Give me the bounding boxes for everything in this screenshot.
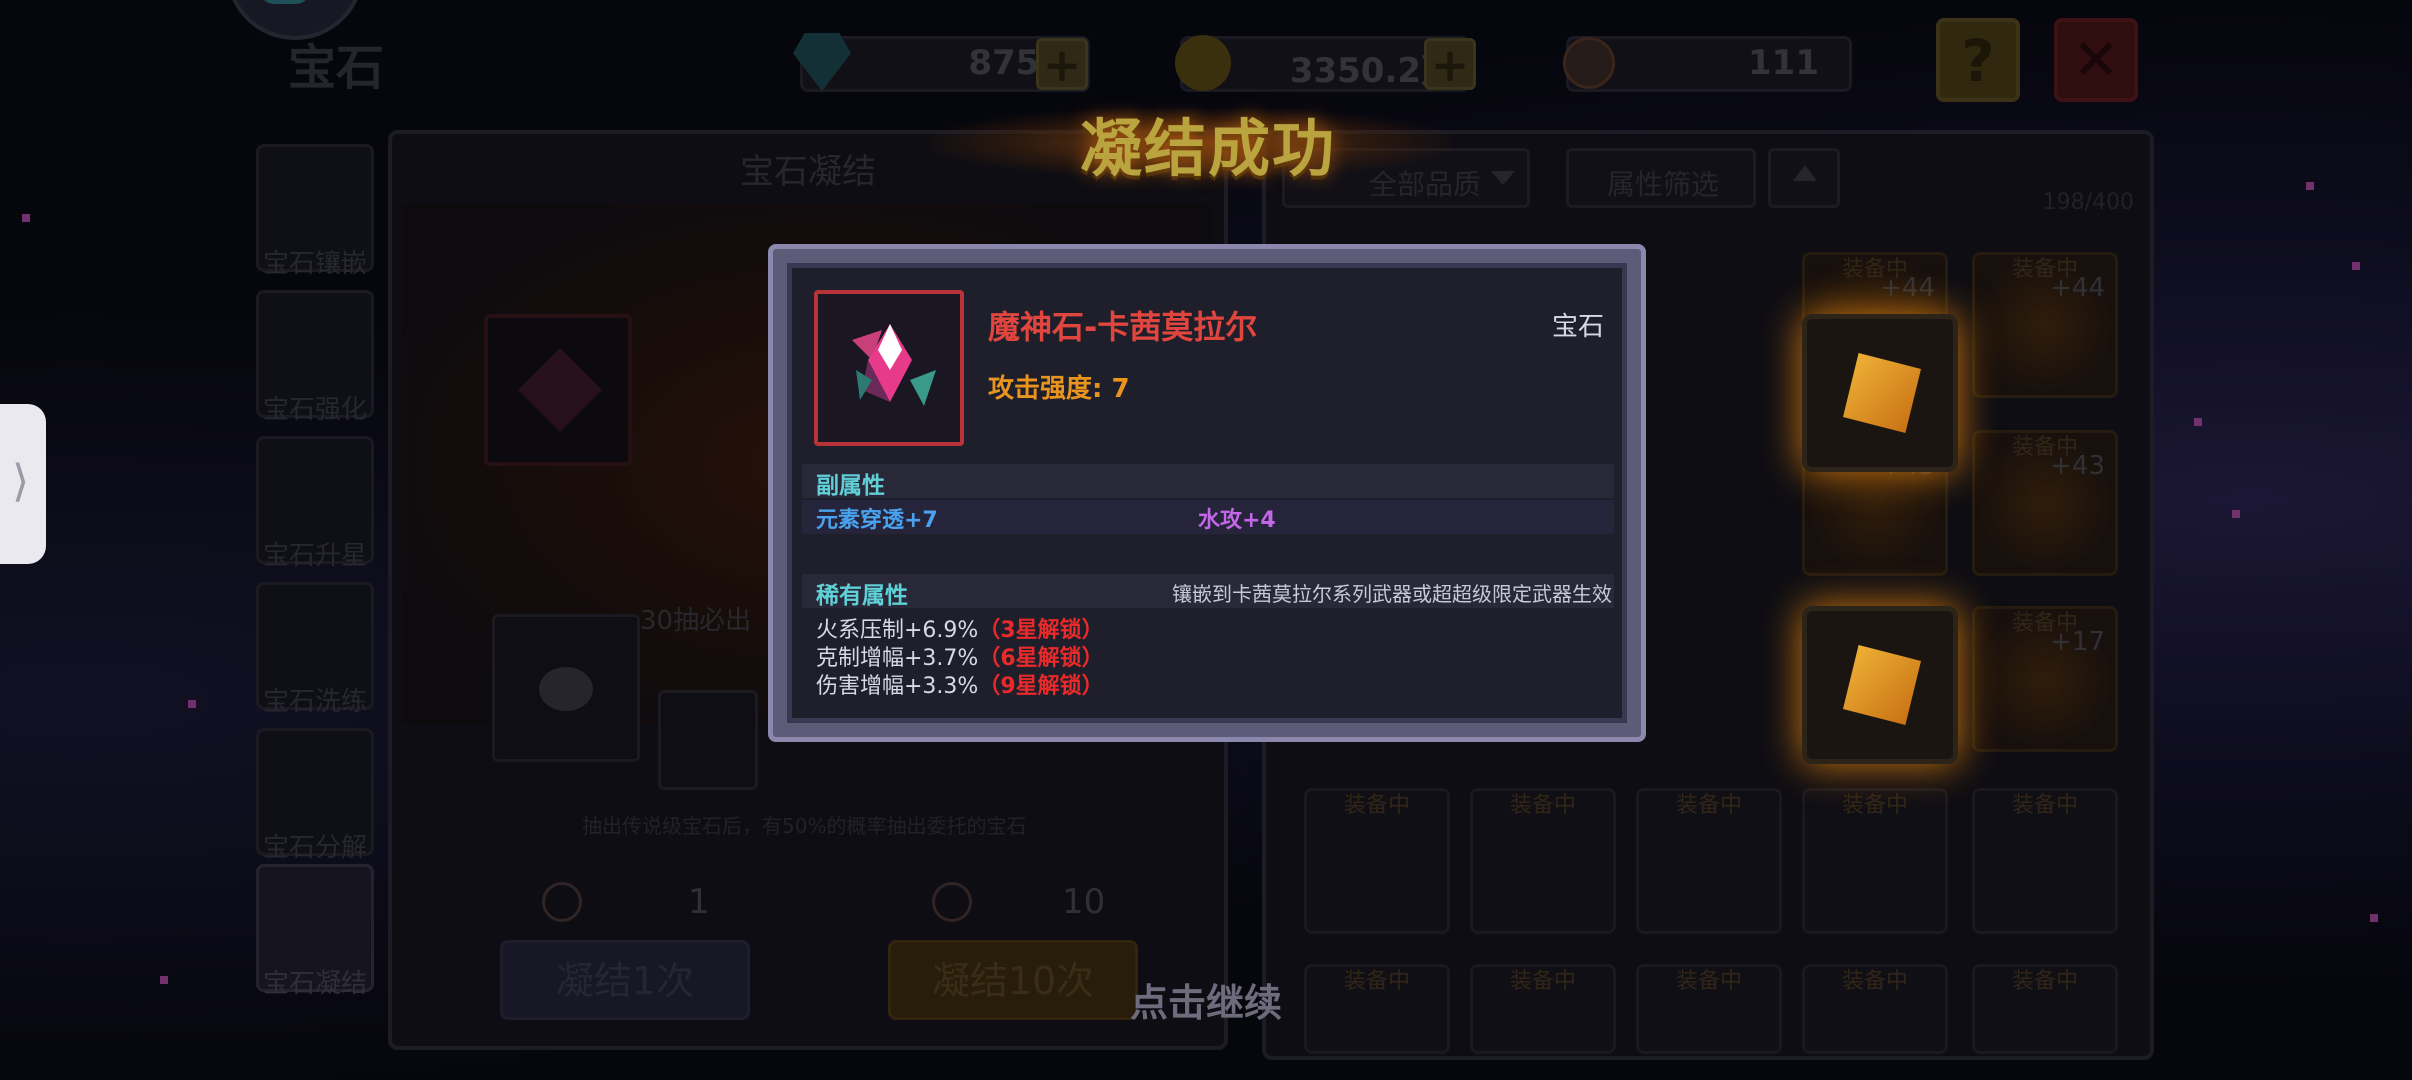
sub-attr-1: 元素穿透+7: [816, 508, 938, 533]
new-gem-cell[interactable]: [1802, 606, 1958, 764]
scroll-gem-icon: [1843, 353, 1921, 433]
sub-attr-header-band: [802, 464, 1614, 498]
rare-attr-3: 伤害增幅+3.3%（9星解锁）: [816, 674, 1104, 699]
gem-name: 魔神石-卡茜莫拉尔: [988, 308, 1258, 346]
attack-stat: 攻击强度: 7: [988, 374, 1130, 404]
demon-stone-icon: [852, 324, 936, 406]
sub-attr-2: 水攻+4: [1198, 508, 1276, 533]
condense-success-banner: 凝结成功: [1080, 112, 1337, 185]
side-drawer-handle[interactable]: ⟩: [0, 404, 46, 564]
gem-icon-frame: [814, 290, 964, 446]
item-type: 宝石: [1551, 312, 1604, 342]
scroll-gem-icon: [1843, 645, 1921, 725]
tap-to-continue[interactable]: 点击继续: [1130, 972, 1282, 1027]
gem-detail-popup: 魔神石-卡茜莫拉尔 宝石 攻击强度: 7 副属性 元素穿透+7 水攻+4 稀有属…: [768, 244, 1646, 742]
new-gem-cell[interactable]: [1802, 314, 1958, 472]
popup-body: 魔神石-卡茜莫拉尔 宝石 攻击强度: 7 副属性 元素穿透+7 水攻+4 稀有属…: [787, 263, 1627, 723]
chevron-right-icon: ⟩: [12, 456, 30, 507]
rare-attr-header: 稀有属性: [816, 583, 908, 609]
rare-attr-note: 镶嵌到卡茜莫拉尔系列武器或超超级限定武器生效: [1172, 582, 1612, 606]
sub-attr-header: 副属性: [816, 473, 885, 499]
unlock-requirement: （9星解锁）: [978, 674, 1104, 699]
